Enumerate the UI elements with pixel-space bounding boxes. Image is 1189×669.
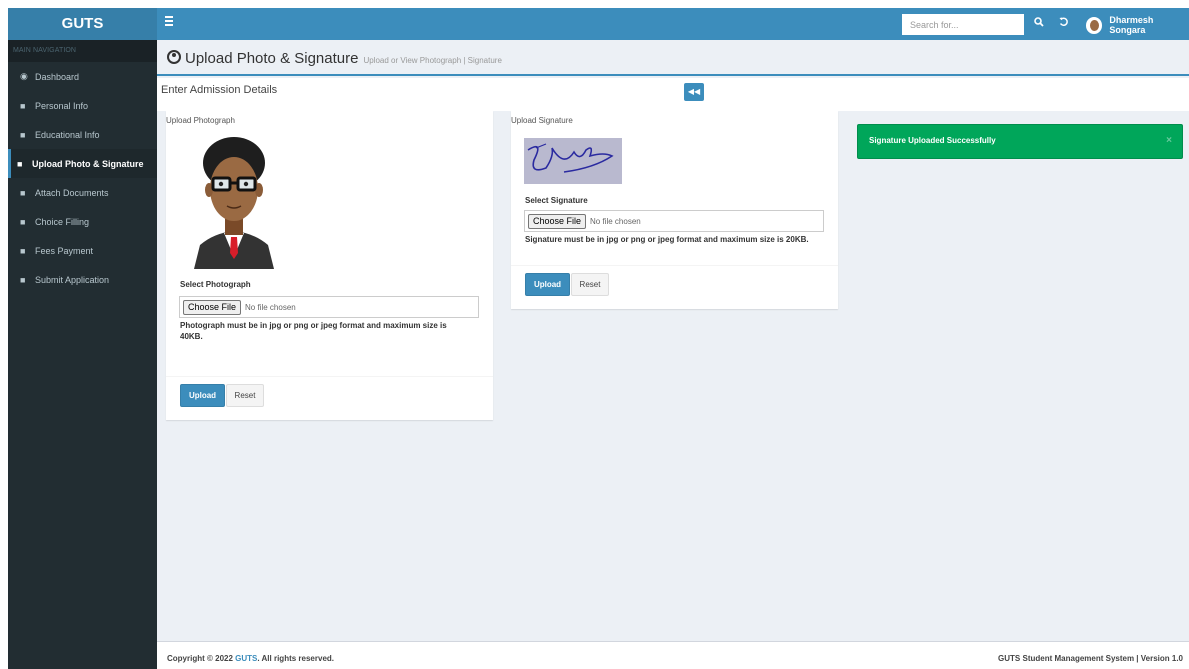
file-status: No file chosen bbox=[590, 216, 641, 226]
user-circle-icon bbox=[167, 50, 181, 64]
success-alert: Signature Uploaded Successfully × bbox=[857, 124, 1183, 159]
alert-message: Signature Uploaded Successfully bbox=[869, 136, 996, 145]
close-icon[interactable]: × bbox=[1166, 135, 1172, 146]
signature-help-text: Signature must be in jpg or png or jpeg … bbox=[525, 235, 809, 244]
content-header: Upload Photo & Signature Upload or View … bbox=[157, 40, 1189, 76]
select-photograph-label: Select Photograph bbox=[180, 280, 251, 289]
reset-signature-button[interactable]: Reset bbox=[571, 273, 609, 296]
user-avatar bbox=[1086, 16, 1103, 34]
sidebar-item-educational-info[interactable]: ■ Educational Info bbox=[8, 120, 157, 149]
page-title: Upload Photo & Signature Upload or View … bbox=[167, 49, 502, 67]
upload-photograph-button[interactable]: Upload bbox=[180, 384, 225, 407]
users-icon: ■ bbox=[20, 274, 26, 285]
signature-file-input[interactable]: Choose File No file chosen bbox=[524, 210, 824, 232]
section-title: Enter Admission Details bbox=[161, 84, 278, 96]
users-icon: ■ bbox=[20, 187, 26, 198]
sidebar-header: MAIN NAVIGATION bbox=[8, 40, 157, 62]
sidebar-item-label: Attach Documents bbox=[35, 187, 109, 198]
divider bbox=[511, 265, 838, 266]
page-subtitle: Upload or View Photograph | Signature bbox=[363, 56, 502, 65]
footer-brand-link[interactable]: GUTS bbox=[235, 654, 257, 663]
choose-file-button[interactable]: Choose File bbox=[528, 213, 587, 229]
select-signature-label: Select Signature bbox=[525, 196, 588, 205]
user-menu[interactable]: Dharmesh Songara bbox=[1086, 15, 1189, 35]
sidebar: MAIN NAVIGATION ◉ Dashboard ■ Personal I… bbox=[8, 40, 157, 669]
sidebar-item-label: Dashboard bbox=[35, 71, 80, 82]
sidebar-item-choice-filling[interactable]: ■ Choice Filling bbox=[8, 207, 157, 236]
photograph-file-input[interactable]: Choose File No file chosen bbox=[179, 296, 479, 318]
file-status: No file chosen bbox=[245, 302, 296, 312]
history-icon[interactable] bbox=[1059, 16, 1069, 32]
signature-preview bbox=[524, 138, 622, 184]
sidebar-item-upload-photo-signature[interactable]: ■ Upload Photo & Signature bbox=[8, 149, 157, 178]
top-navbar: Dharmesh Songara bbox=[157, 8, 1189, 40]
upload-signature-button[interactable]: Upload bbox=[525, 273, 570, 296]
search-input[interactable] bbox=[902, 14, 1024, 35]
sidebar-item-label: Submit Application bbox=[35, 274, 110, 285]
footer-copyright: Copyright © 2022 GUTS. All rights reserv… bbox=[167, 654, 334, 663]
dashboard-icon: ◉ bbox=[20, 71, 28, 81]
app-logo[interactable]: GUTS bbox=[8, 8, 157, 40]
sidebar-item-personal-info[interactable]: ■ Personal Info bbox=[8, 91, 157, 120]
reset-photograph-button[interactable]: Reset bbox=[226, 384, 264, 407]
sidebar-item-fees-payment[interactable]: ■ Fees Payment bbox=[8, 236, 157, 265]
users-icon: ■ bbox=[20, 245, 26, 256]
users-icon: ■ bbox=[20, 216, 26, 227]
users-icon: ■ bbox=[20, 100, 26, 111]
photo-preview bbox=[194, 133, 274, 269]
menu-toggle-icon[interactable] bbox=[165, 16, 173, 28]
footer-version: GUTS Student Management System | Version… bbox=[998, 654, 1183, 663]
divider bbox=[166, 376, 493, 377]
user-name: Dharmesh Songara bbox=[1109, 15, 1154, 35]
sidebar-item-label: Personal Info bbox=[35, 100, 89, 111]
users-icon: ■ bbox=[20, 129, 26, 140]
content-area: Upload Photo & Signature Upload or View … bbox=[157, 40, 1189, 641]
upload-photo-panel: Upload Photograph Select Photograph Choo… bbox=[166, 111, 493, 420]
sidebar-item-label: Upload Photo & Signature bbox=[32, 158, 144, 169]
page-title-text: Upload Photo & Signature bbox=[185, 50, 359, 67]
photograph-help-text: Photograph must be in jpg or png or jpeg… bbox=[180, 321, 447, 341]
admission-details-box: Enter Admission Details ◀◀ bbox=[157, 78, 1189, 111]
search-icon[interactable] bbox=[1034, 16, 1044, 32]
sidebar-item-attach-documents[interactable]: ■ Attach Documents bbox=[8, 178, 157, 207]
back-button[interactable]: ◀◀ bbox=[684, 83, 704, 101]
choose-file-button[interactable]: Choose File bbox=[183, 299, 242, 315]
sidebar-item-label: Choice Filling bbox=[35, 216, 90, 227]
panel-title: Upload Signature bbox=[511, 116, 573, 125]
footer: Copyright © 2022 GUTS. All rights reserv… bbox=[157, 641, 1189, 669]
sidebar-item-label: Fees Payment bbox=[35, 245, 94, 256]
panel-title: Upload Photograph bbox=[166, 116, 235, 125]
users-icon: ■ bbox=[17, 158, 23, 169]
sidebar-item-label: Educational Info bbox=[35, 129, 100, 140]
sidebar-item-submit-application[interactable]: ■ Submit Application bbox=[8, 265, 157, 294]
sidebar-item-dashboard[interactable]: ◉ Dashboard bbox=[8, 62, 157, 91]
upload-signature-panel: Upload Signature Select Signature Choose… bbox=[511, 111, 838, 309]
